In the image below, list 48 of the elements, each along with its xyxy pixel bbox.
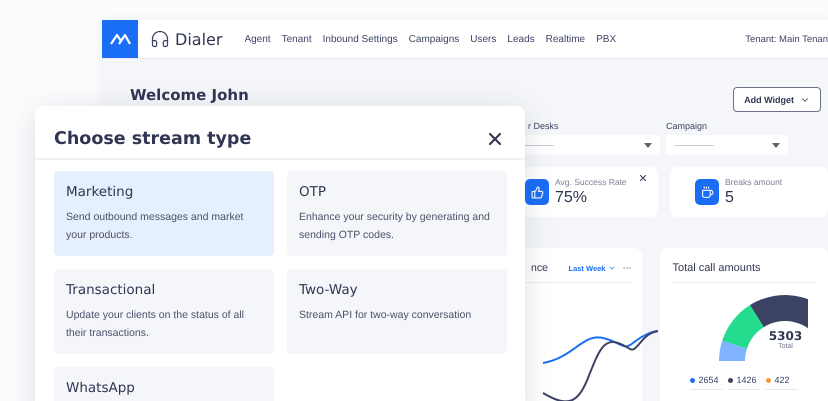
option-title: Marketing [66,184,134,200]
tenant-label: Tenant: Main Tenan [745,34,828,44]
welcome-heading: Welcome John [130,87,249,104]
chevron-down-icon [608,264,616,272]
stream-type-option[interactable]: Marketing Send outbound messages and market your products. [54,171,274,256]
nav-link[interactable]: PBX [596,34,616,44]
stream-type-option[interactable]: WhatsApp [54,367,274,401]
close-button[interactable] [638,173,648,183]
nav-link[interactable]: Users [470,34,496,44]
legend-value: 2654 [698,375,718,385]
option-title: Transactional [66,282,156,298]
caret-icon [644,142,652,148]
option-title: Two-Way [299,282,359,298]
thumbs-up-icon [530,186,544,198]
legend-value: 1426 [736,375,756,385]
stat-label: Avg. Success Rate [555,177,627,187]
add-widget-button[interactable]: Add Widget [733,87,821,112]
legend-value: 422 [774,375,790,385]
option-description: Update your clients on the status of all their transactions. [66,308,246,341]
headset-icon [150,29,170,49]
option-description: Send outbound messages and market your products. [66,210,244,243]
coffee-cup-icon [700,186,714,198]
total-value: 5303 [768,329,802,343]
stat-label: Breaks amount [725,177,782,187]
option-title: OTP [299,184,328,200]
stream-type-option[interactable]: Transactional Update your clients on the status of all their transactions. [54,269,274,354]
stream-type-option[interactable]: OTP Enhance your security by generating and sending OTP codes. [287,171,507,256]
option-description: Enhance your security by generating and sending OTP codes. [299,210,491,243]
nav-link[interactable]: Leads [507,34,535,44]
stat-value: 75% [555,189,588,207]
filter-label: r Desks [528,121,560,131]
placeholder-line [674,144,714,146]
option-title: WhatsApp [66,380,136,396]
card-title: Total call amounts [672,262,761,274]
stream-type-option[interactable]: Two-Way Stream API for two-way conversation [287,269,507,354]
nav-link[interactable]: Tenant [282,34,312,44]
option-description: Stream API for two-way conversation [299,308,472,323]
nav-link[interactable]: Inbound Settings [322,34,398,44]
stat-value: 5 [725,189,735,207]
nav-link[interactable]: Campaigns [408,34,460,44]
dialog-title: Choose stream type [54,129,252,149]
nav-link[interactable]: Agent [244,34,271,44]
nav-link[interactable]: Realtime [546,34,586,44]
caret-icon [772,142,780,148]
card-title: nce [530,262,549,274]
brand-name: Dialer [175,30,222,48]
select-field[interactable] [666,135,788,155]
filter-label: Campaign [666,121,708,131]
